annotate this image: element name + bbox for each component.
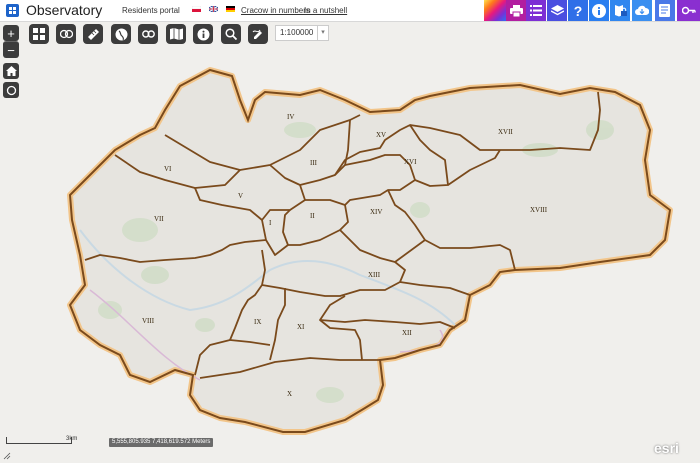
district-label: V — [238, 192, 244, 200]
district-label: XII — [402, 329, 412, 337]
scale-value: 1:100000 — [280, 28, 314, 37]
polish-flag-icon[interactable] — [192, 6, 201, 12]
list-icon — [530, 5, 542, 16]
minus-icon: − — [7, 42, 15, 58]
about-button[interactable] — [589, 0, 609, 21]
district-label: XI — [297, 323, 305, 331]
district-label: VII — [154, 215, 164, 223]
district-label: XIV — [370, 208, 383, 216]
globe-button[interactable] — [111, 24, 131, 44]
rainbow-decoration — [484, 0, 506, 21]
locate-icon — [6, 85, 16, 95]
coordinates-display: 5,555,805.935 7,418,619.572 Meters — [109, 438, 214, 447]
district-label: IV — [287, 113, 295, 121]
residents-portal-link[interactable]: Residents portal — [122, 6, 180, 15]
key-icon — [681, 6, 696, 15]
key-button[interactable] — [677, 0, 700, 21]
link-button[interactable] — [138, 24, 158, 44]
printer-icon — [509, 4, 523, 17]
search-button[interactable] — [221, 24, 241, 44]
german-flag-icon[interactable] — [226, 6, 235, 12]
district-label: XVII — [498, 128, 513, 136]
layers-button[interactable] — [547, 0, 567, 21]
district-label: X — [287, 390, 293, 398]
info-icon — [197, 28, 209, 40]
app-title: Observatory — [26, 2, 103, 18]
cracow-in-numbers-link[interactable]: Cracow in numbers — [241, 6, 310, 15]
district-label: XV — [376, 131, 387, 139]
download-button[interactable] — [632, 0, 652, 21]
draw-icon — [252, 29, 262, 39]
map-icon — [169, 28, 183, 40]
district-label: XIII — [368, 271, 381, 279]
link-icon — [141, 30, 155, 38]
zoom-out-button[interactable]: − — [3, 41, 19, 58]
scalebar-label: 3km — [66, 436, 78, 442]
coordinates-text: 5,555,805.935 7,418,619.572 Meters — [112, 439, 211, 445]
zoom-in-button[interactable]: + — [3, 25, 19, 41]
resize-corner-icon[interactable] — [3, 452, 11, 460]
draw-button[interactable] — [248, 24, 268, 44]
lock-map-button[interactable] — [610, 0, 630, 21]
district-label: IX — [254, 318, 262, 326]
legend-button[interactable] — [526, 0, 546, 21]
basemap-gallery-button[interactable] — [29, 24, 49, 44]
search-icon — [225, 28, 237, 40]
district-label: II — [310, 212, 315, 220]
esri-logo: esri — [654, 440, 679, 456]
analysis-button[interactable] — [56, 24, 76, 44]
locate-button[interactable] — [3, 82, 19, 98]
in-a-nutshell-link[interactable]: In a nutshell — [304, 6, 347, 15]
district-label: VIII — [142, 317, 155, 325]
identify-button[interactable] — [193, 24, 213, 44]
map-sheets-button[interactable] — [166, 24, 186, 44]
notes-button[interactable] — [655, 0, 675, 21]
observatory-logo-icon — [6, 4, 19, 17]
scalebar — [6, 437, 72, 444]
home-icon — [5, 66, 17, 76]
district-map[interactable] — [0, 22, 700, 463]
district-label: XVIII — [530, 206, 548, 214]
help-icon: ? — [573, 2, 583, 19]
help-button[interactable]: ? — [568, 0, 588, 21]
measure-button[interactable] — [83, 24, 103, 44]
district-label: III — [310, 159, 317, 167]
layers-icon — [550, 4, 564, 15]
district-label: XVI — [404, 158, 417, 166]
measure-icon — [87, 29, 99, 40]
district-label: I — [269, 219, 272, 227]
scale-select[interactable]: 1:100000 ▾ — [275, 25, 329, 41]
download-icon — [635, 5, 649, 15]
english-flag-icon[interactable] — [209, 6, 218, 12]
basemap-gallery-icon — [33, 28, 45, 40]
analysis-icon — [59, 29, 73, 39]
globe-icon — [115, 28, 127, 40]
header-bar: Observatory Residents portal Cracow in n… — [0, 0, 700, 22]
home-button[interactable] — [3, 63, 19, 79]
plus-icon: + — [7, 25, 15, 41]
district-label: VI — [164, 165, 172, 173]
chevron-down-icon: ▾ — [317, 26, 328, 40]
print-button[interactable] — [506, 0, 526, 21]
notes-icon — [659, 4, 670, 17]
info-icon — [592, 3, 606, 18]
lock-map-icon — [614, 5, 627, 17]
